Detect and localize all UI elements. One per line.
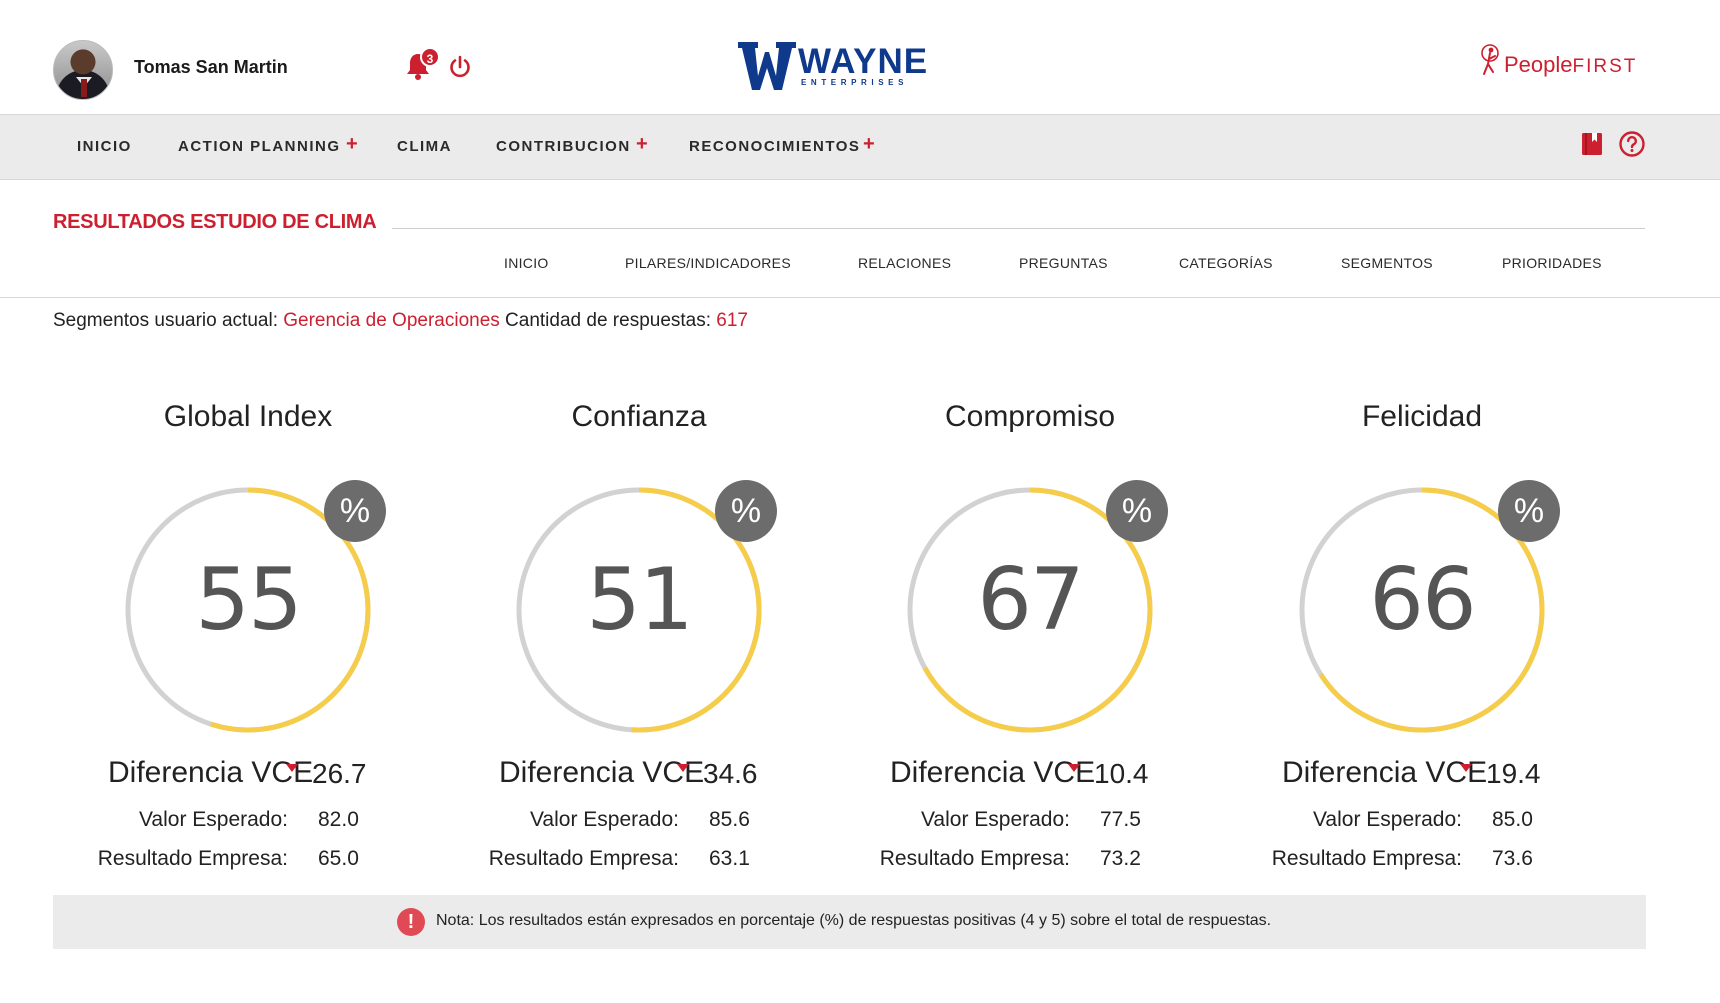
nav-expand-action-planning[interactable]: + <box>346 133 358 156</box>
segment-info: Segmentos usuario actual: Gerencia de Op… <box>53 310 748 332</box>
power-icon <box>450 55 470 78</box>
subnav-preguntas[interactable]: PREGUNTAS <box>1019 255 1108 271</box>
gauge-card-global-index: Global Index 55% Diferencia VCE 26.7 Valor E… <box>78 400 418 880</box>
responses-label: Cantidad de respuestas: <box>505 310 712 331</box>
result-value: 73.2 <box>1100 847 1141 870</box>
nav-expand-contribucion[interactable]: + <box>636 133 648 156</box>
gauge-value: 51 <box>586 550 693 650</box>
title-divider <box>392 228 1645 229</box>
subnav-segmentos[interactable]: SEGMENTOS <box>1341 255 1433 271</box>
gauge-card-felicidad: Felicidad 66% Diferencia VCE 19.4 Valor Espe… <box>1252 400 1592 880</box>
gauge-title: Confianza <box>571 400 707 433</box>
expected-label: Valor Esperado: <box>920 808 1070 831</box>
expected-value: 82.0 <box>318 808 359 831</box>
page-title: RESULTADOS ESTUDIO DE CLIMA <box>53 211 377 233</box>
down-arrow-icon <box>286 764 298 772</box>
nav-item-reconocimientos[interactable]: RECONOCIMIENTOS <box>689 138 860 155</box>
expected-value: 85.6 <box>709 808 750 831</box>
gauge-card-compromiso: Compromiso 67% Diferencia VCE 10.4 Valor Esp… <box>860 400 1200 880</box>
gauge-title: Compromiso <box>944 400 1116 433</box>
logo-wordmark: WAYNE <box>798 42 929 81</box>
diff-value: 34.6 <box>703 758 758 789</box>
gauge-title: Felicidad <box>1361 400 1483 433</box>
down-arrow-icon <box>1460 764 1472 772</box>
subnav-relaciones[interactable]: RELACIONES <box>858 255 951 271</box>
segments-value: Gerencia de Operaciones <box>283 310 500 331</box>
subnav-inicio[interactable]: INICIO <box>504 255 549 271</box>
gauge-value: 66 <box>1369 550 1476 650</box>
avatar-tie <box>81 79 87 97</box>
expected-value: 85.0 <box>1492 808 1533 831</box>
book-icon <box>1582 133 1602 155</box>
logout-button[interactable] <box>448 55 472 79</box>
app-header: Tomas San Martin 3 WAYNE ENTERPRISES Peo… <box>0 0 1720 114</box>
wayne-enterprises-logo[interactable]: WAYNE ENTERPRISES <box>738 40 942 96</box>
manual-button[interactable] <box>1580 131 1606 157</box>
down-arrow-icon <box>677 764 689 772</box>
subnav-categorias[interactable]: CATEGORÍAS <box>1179 255 1273 271</box>
result-label: Resultado Empresa: <box>879 847 1070 870</box>
nav-item-inicio[interactable]: INICIO <box>77 138 132 155</box>
nav-item-clima[interactable]: CLIMA <box>397 138 452 155</box>
expected-label: Valor Esperado: <box>138 808 288 831</box>
logo-subtitle: ENTERPRISES <box>801 78 909 87</box>
notification-count-badge: 3 <box>420 47 440 67</box>
percent-badge: % <box>715 480 777 542</box>
help-icon <box>1619 131 1645 157</box>
segments-label: Segmentos usuario actual: <box>53 310 278 331</box>
peoplefirst-figure-icon <box>1481 44 1499 75</box>
nav-expand-reconocimientos[interactable]: + <box>863 133 875 156</box>
section-divider <box>0 297 1720 298</box>
result-label: Resultado Empresa: <box>1271 847 1462 870</box>
diff-value: 10.4 <box>1094 758 1149 789</box>
peoplefirst-first: FIRST <box>1572 56 1638 77</box>
peoplefirst-people: People <box>1504 52 1573 77</box>
percent-badge: % <box>1498 480 1560 542</box>
diff-value: 26.7 <box>312 758 367 789</box>
result-value: 73.6 <box>1492 847 1533 870</box>
nav-item-contribucion[interactable]: CONTRIBUCION <box>496 138 631 155</box>
gauge-value: 55 <box>195 550 302 650</box>
result-value: 65.0 <box>318 847 359 870</box>
nav-item-action-planning[interactable]: ACTION PLANNING <box>178 138 341 155</box>
diff-label: Diferencia VCE <box>499 756 705 789</box>
result-label: Resultado Empresa: <box>97 847 288 870</box>
percent-badge: % <box>324 480 386 542</box>
note-text: Nota: Los resultados están expresados en… <box>436 912 1272 929</box>
diff-label: Diferencia VCE <box>108 756 314 789</box>
note-banner: ! Nota: Los resultados están expresados … <box>53 895 1646 949</box>
help-button[interactable] <box>1619 131 1645 157</box>
gauge-value: 67 <box>977 550 1084 650</box>
down-arrow-icon <box>1068 764 1080 772</box>
subnav-pilares-indicadores[interactable]: PILARES/INDICADORES <box>625 255 791 271</box>
expected-label: Valor Esperado: <box>529 808 679 831</box>
result-label: Resultado Empresa: <box>488 847 679 870</box>
expected-value: 77.5 <box>1100 808 1141 831</box>
peoplefirst-logo[interactable]: PeopleFIRST <box>1476 42 1636 82</box>
percent-badge: % <box>1106 480 1168 542</box>
diff-value: 19.4 <box>1486 758 1541 789</box>
user-name[interactable]: Tomas San Martin <box>134 57 288 78</box>
main-nav: INICIO ACTION PLANNING + CLIMA CONTRIBUC… <box>0 114 1720 180</box>
diff-label: Diferencia VCE <box>890 756 1096 789</box>
alert-icon: ! <box>397 908 425 936</box>
gauge-title: Global Index <box>163 400 333 433</box>
subnav-prioridades[interactable]: PRIORIDADES <box>1502 255 1602 271</box>
avatar[interactable] <box>53 40 113 100</box>
gauge-card-confianza: Confianza 51% Diferencia VCE 34.6 Valor Espe… <box>469 400 809 880</box>
result-value: 63.1 <box>709 847 750 870</box>
peoplefirst-wordmark: PeopleFIRST <box>1504 52 1637 78</box>
expected-label: Valor Esperado: <box>1312 808 1462 831</box>
wayne-w-icon <box>738 42 796 90</box>
diff-label: Diferencia VCE <box>1282 756 1488 789</box>
responses-value: 617 <box>716 310 748 331</box>
